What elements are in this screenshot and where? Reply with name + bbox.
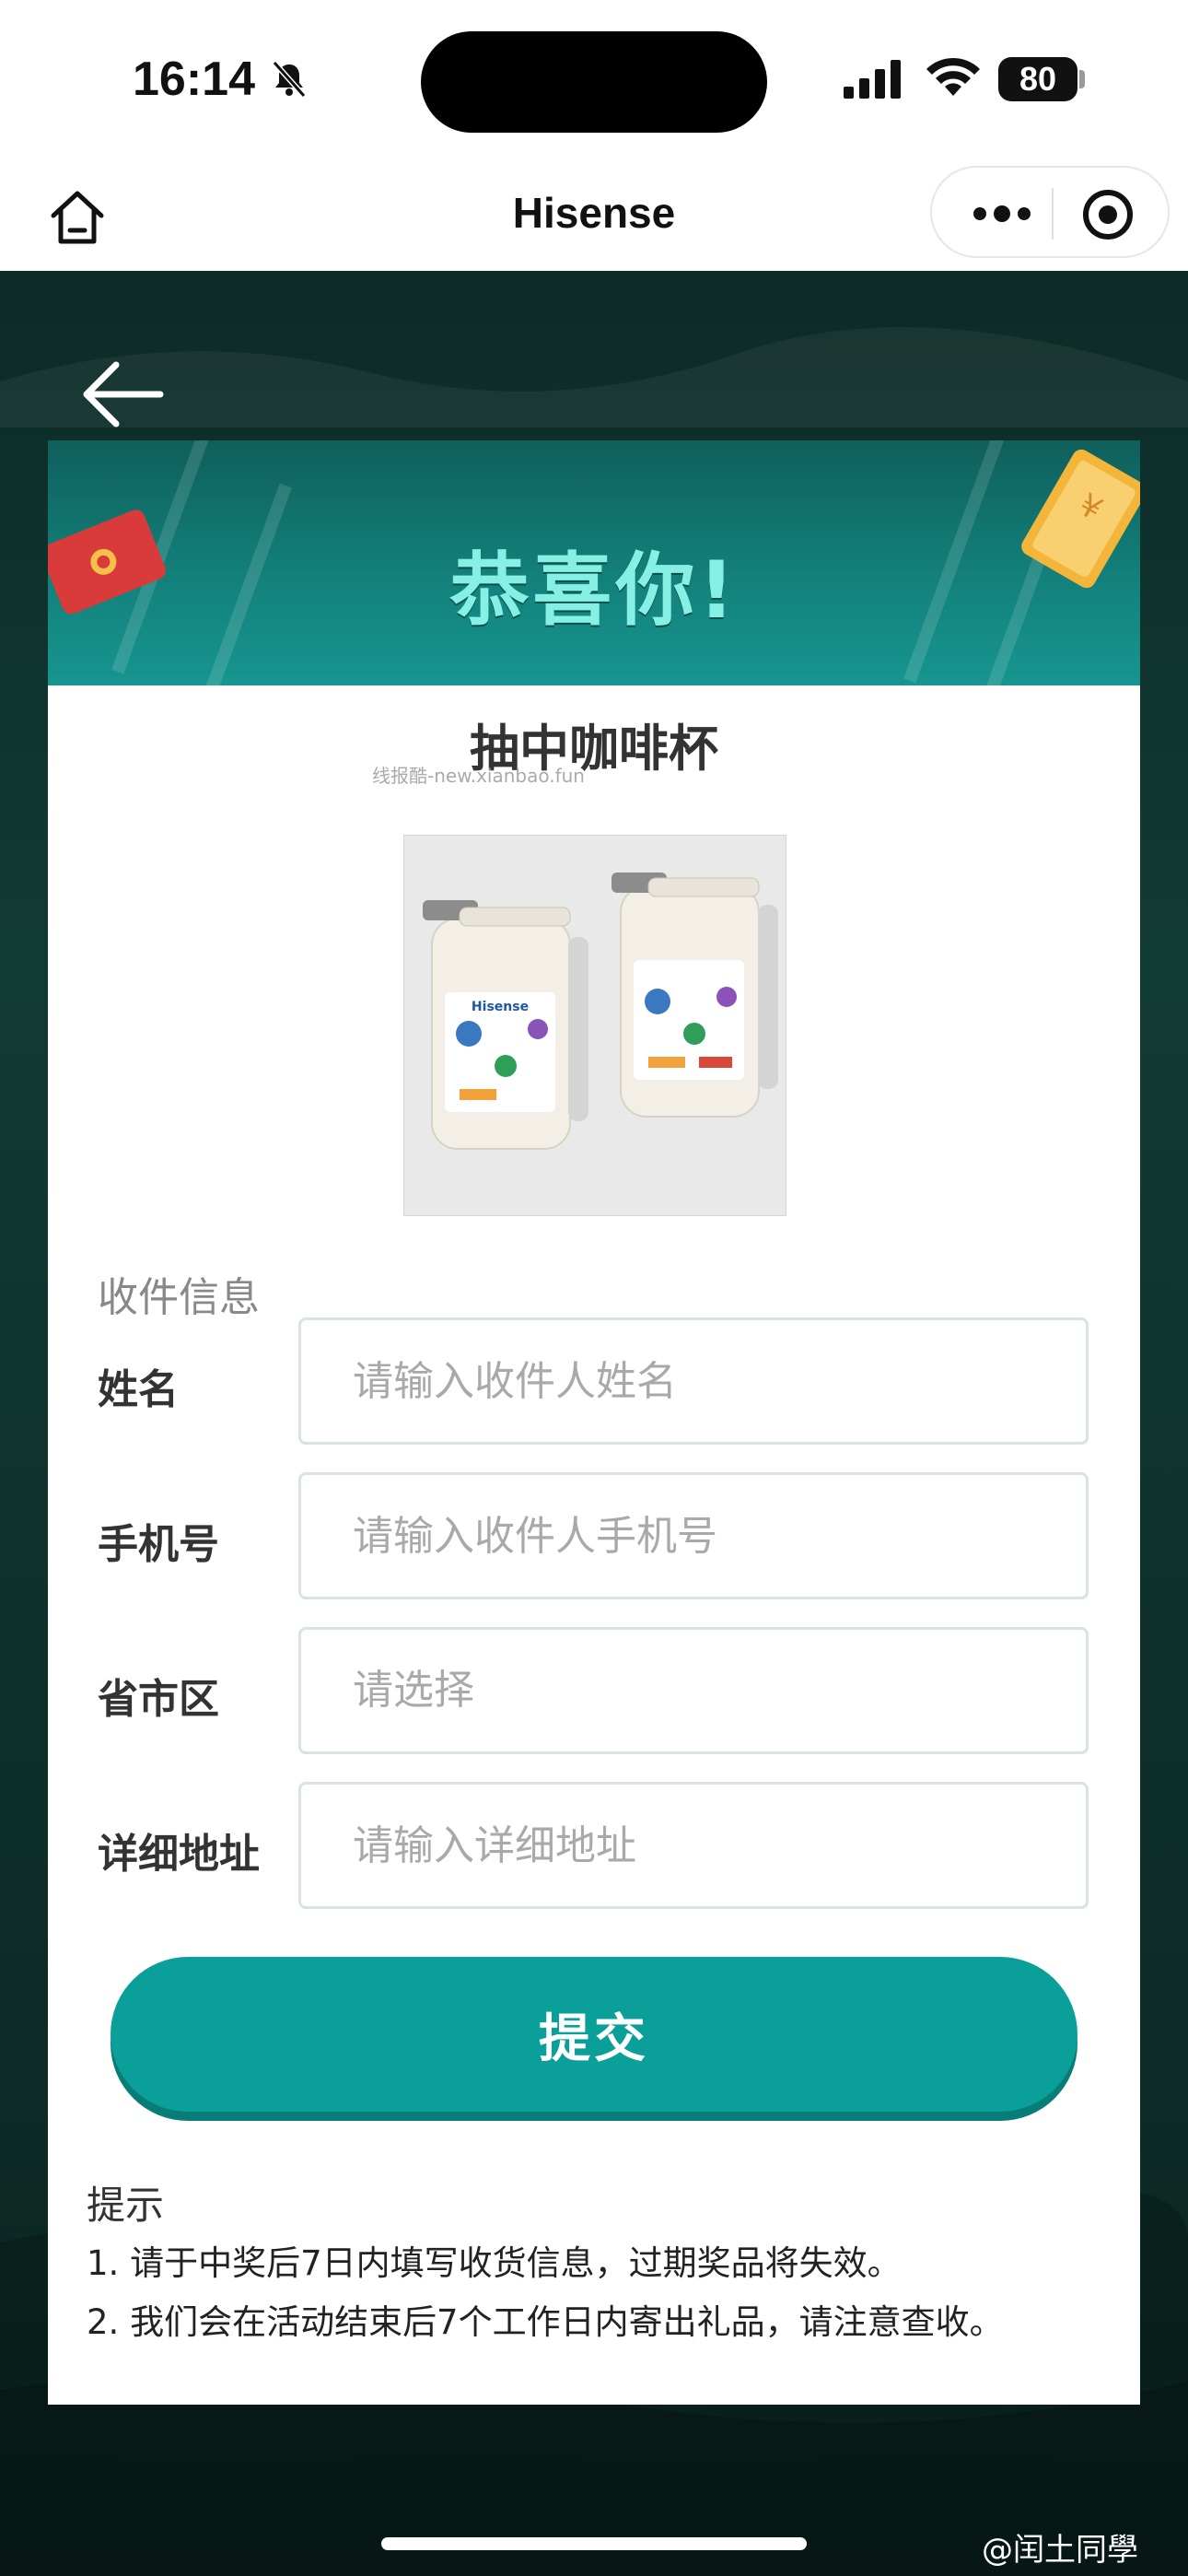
status-bar: 16:14 80 bbox=[0, 0, 1188, 157]
prize-card: ¥ 恭喜你! 抽中咖啡杯 线报酷-new.xianbao.fun Hisense bbox=[48, 440, 1140, 2405]
form-row-address: 详细地址 bbox=[48, 1782, 1140, 1911]
close-target-icon[interactable] bbox=[1081, 188, 1135, 241]
region-select[interactable]: 请选择 bbox=[298, 1627, 1089, 1754]
wifi-icon bbox=[926, 57, 980, 96]
dynamic-island bbox=[421, 31, 767, 133]
form-row-phone: 手机号 bbox=[48, 1472, 1140, 1601]
address-label: 详细地址 bbox=[98, 1831, 260, 1878]
address-input[interactable] bbox=[298, 1782, 1089, 1909]
form-row-name: 姓名 bbox=[48, 1317, 1140, 1446]
phone-input[interactable] bbox=[298, 1472, 1089, 1599]
cup-left: Hisense bbox=[423, 900, 588, 1150]
more-dots-icon[interactable] bbox=[965, 195, 1039, 232]
back-arrow-icon[interactable] bbox=[79, 359, 164, 429]
cup-right bbox=[611, 872, 778, 1118]
svg-text:Hisense: Hisense bbox=[472, 1000, 529, 1014]
mini-program-nav-bar: Hisense bbox=[0, 157, 1188, 271]
region-label: 省市区 bbox=[98, 1676, 219, 1723]
weibo-watermark: @闰土同學 bbox=[982, 2532, 1138, 2569]
tips-title: 提示 bbox=[87, 2183, 165, 2228]
prize-title: 抽中咖啡杯 bbox=[470, 720, 718, 778]
cellular-signal-icon bbox=[844, 60, 901, 99]
tip-item: 1. 请于中奖后7日内填写收货信息，过期奖品将失效。 bbox=[87, 2243, 902, 2283]
battery-level: 80 bbox=[998, 57, 1077, 101]
status-time: 16:14 bbox=[133, 53, 255, 106]
coffee-cup-image: Hisense bbox=[403, 835, 786, 1216]
form-row-region: 省市区 请选择 bbox=[48, 1627, 1140, 1756]
tip-item: 2. 我们会在活动结束后7个工作日内寄出礼品，请注意查收。 bbox=[87, 2302, 1004, 2342]
home-indicator bbox=[381, 2537, 807, 2550]
congrats-title: 恭喜你! bbox=[449, 544, 739, 637]
watermark-text: 线报酷-new.xianbao.fun bbox=[372, 765, 585, 787]
name-label: 姓名 bbox=[98, 1366, 179, 1413]
capsule-divider bbox=[1052, 188, 1054, 240]
submit-button[interactable]: 提交 bbox=[111, 1957, 1077, 2112]
battery-cap bbox=[1079, 70, 1085, 88]
capsule-menu bbox=[930, 166, 1170, 258]
section-label-recipient: 收件信息 bbox=[98, 1274, 260, 1321]
phone-label: 手机号 bbox=[98, 1521, 219, 1568]
card-header: ¥ 恭喜你! bbox=[48, 440, 1140, 685]
name-input[interactable] bbox=[298, 1317, 1089, 1445]
bell-slash-icon bbox=[272, 61, 307, 98]
